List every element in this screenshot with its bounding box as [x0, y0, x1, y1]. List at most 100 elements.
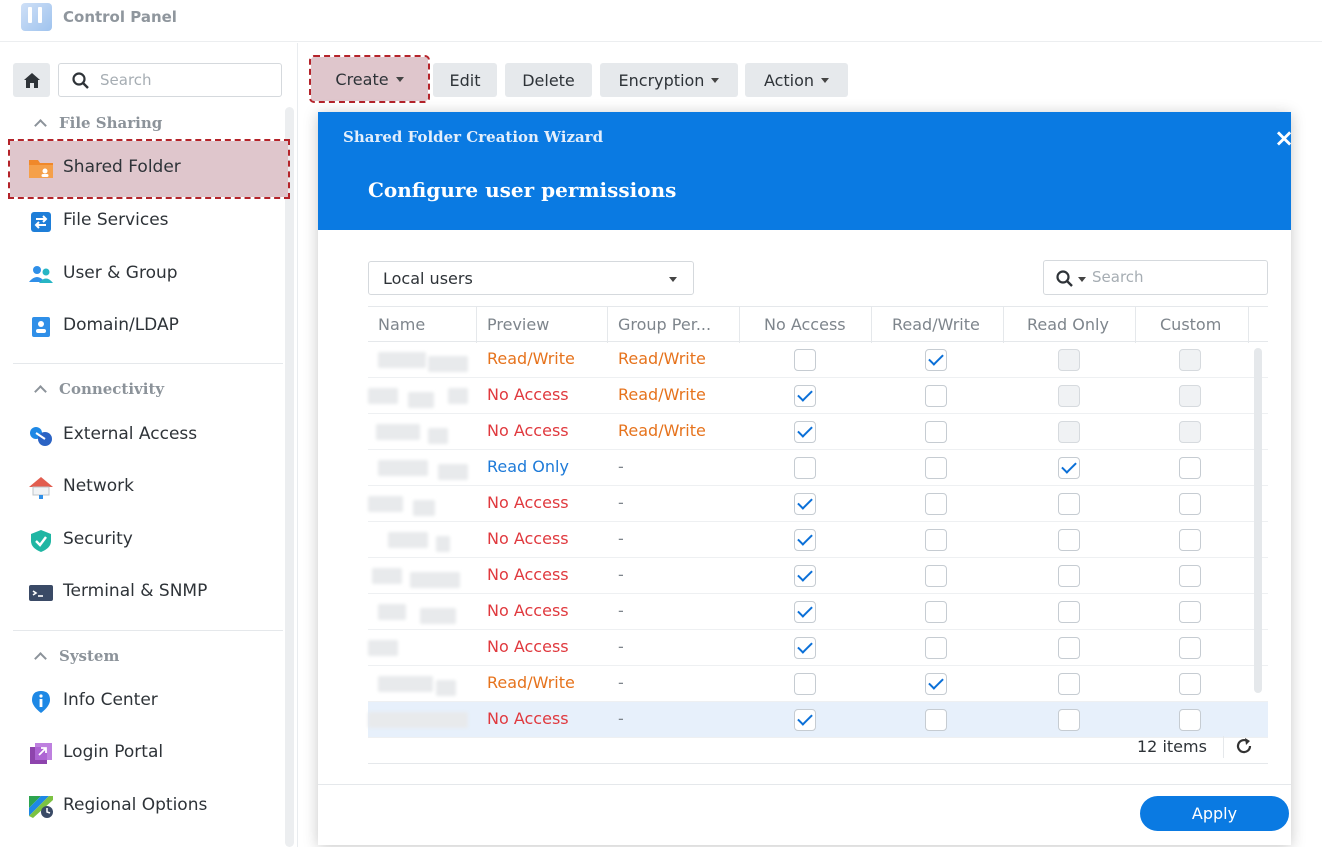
checkbox-read-only[interactable]	[1058, 673, 1080, 695]
table-row[interactable]: No Access Read/Write	[368, 414, 1268, 450]
section-system[interactable]: System	[34, 647, 119, 665]
checkbox-custom[interactable]	[1179, 457, 1201, 479]
checkbox-read-write[interactable]	[925, 349, 947, 371]
sidebar-item-terminal-snmp[interactable]: Terminal & SNMP	[13, 569, 283, 615]
checkbox-no-access[interactable]	[794, 385, 816, 407]
info-icon	[32, 691, 50, 713]
checkbox-no-access[interactable]	[794, 349, 816, 371]
sidebar-item-label: Login Portal	[63, 742, 164, 762]
user-type-select[interactable]: Local users	[368, 261, 694, 295]
create-button[interactable]: Create	[309, 55, 430, 103]
checkbox-custom[interactable]	[1179, 421, 1201, 443]
refresh-icon[interactable]	[1235, 737, 1253, 755]
checkbox-no-access[interactable]	[794, 673, 816, 695]
checkbox-custom[interactable]	[1179, 493, 1201, 515]
user-name-redacted	[368, 598, 476, 626]
sidebar-search-input[interactable]: Search	[58, 63, 282, 97]
checkbox-no-access[interactable]	[794, 601, 816, 623]
search-icon	[1056, 270, 1073, 287]
table-row[interactable]: No Access -	[368, 630, 1268, 666]
checkbox-custom[interactable]	[1179, 529, 1201, 551]
checkbox-read-only[interactable]	[1058, 457, 1080, 479]
column-header-no-access[interactable]: No Access	[764, 315, 846, 334]
column-separator	[476, 307, 477, 343]
checkbox-read-write[interactable]	[925, 601, 947, 623]
items-count: 12 items	[1137, 737, 1207, 756]
sidebar-item-login-portal[interactable]: Login Portal	[13, 730, 283, 776]
checkbox-custom[interactable]	[1179, 637, 1201, 659]
checkbox-read-write[interactable]	[925, 565, 947, 587]
close-icon[interactable]: ×	[1273, 126, 1295, 150]
checkbox-custom[interactable]	[1179, 565, 1201, 587]
sidebar-item-network[interactable]: Network	[13, 464, 283, 510]
column-header-read-write[interactable]: Read/Write	[892, 315, 980, 334]
checkbox-read-only[interactable]	[1058, 601, 1080, 623]
sidebar-item-shared-folder[interactable]: Shared Folder	[8, 139, 290, 199]
table-row[interactable]: No Access -	[368, 522, 1268, 558]
table-scrollbar[interactable]	[1254, 348, 1262, 693]
table-row[interactable]: No Access -	[368, 486, 1268, 522]
checkbox-read-write[interactable]	[925, 493, 947, 515]
encryption-button[interactable]: Encryption	[600, 63, 738, 97]
preview-permission: Read Only	[487, 457, 569, 476]
sidebar-scrollbar[interactable]	[285, 107, 294, 847]
checkbox-no-access[interactable]	[794, 421, 816, 443]
checkbox-read-write[interactable]	[925, 457, 947, 479]
user-name-redacted	[368, 454, 476, 482]
table-row[interactable]: No Access Read/Write	[368, 378, 1268, 414]
checkbox-read-write[interactable]	[925, 637, 947, 659]
permission-search-input[interactable]: Search	[1043, 260, 1268, 295]
sidebar-item-security[interactable]: Security	[13, 517, 283, 563]
checkbox-read-write[interactable]	[925, 673, 947, 695]
checkbox-read-only[interactable]	[1058, 637, 1080, 659]
sidebar-item-domain-ldap[interactable]: Domain/LDAP	[13, 303, 283, 349]
action-button[interactable]: Action	[745, 63, 848, 97]
column-header-name[interactable]: Name	[378, 315, 425, 334]
table-row[interactable]: No Access -	[368, 594, 1268, 630]
checkbox-read-write[interactable]	[925, 385, 947, 407]
caret-down-icon[interactable]	[1078, 277, 1086, 282]
table-row[interactable]: Read Only -	[368, 450, 1268, 486]
sidebar-item-user-group[interactable]: User & Group	[13, 251, 283, 297]
section-connectivity[interactable]: Connectivity	[34, 380, 164, 398]
preview-permission: Read/Write	[487, 673, 575, 692]
checkbox-read-only[interactable]	[1058, 529, 1080, 551]
apply-button[interactable]: Apply	[1140, 796, 1289, 831]
edit-button[interactable]: Edit	[433, 63, 497, 97]
section-file-sharing[interactable]: File Sharing	[34, 114, 162, 132]
checkbox-custom[interactable]	[1179, 673, 1201, 695]
checkbox-no-access[interactable]	[794, 457, 816, 479]
checkbox-read-only[interactable]	[1058, 565, 1080, 587]
delete-button[interactable]: Delete	[505, 63, 592, 97]
column-header-group-permission[interactable]: Group Per...	[618, 315, 711, 334]
checkbox-read-only[interactable]	[1058, 493, 1080, 515]
checkbox-custom[interactable]	[1179, 385, 1201, 407]
checkbox-read-write[interactable]	[925, 421, 947, 443]
column-header-read-only[interactable]: Read Only	[1027, 315, 1109, 334]
column-header-custom[interactable]: Custom	[1160, 315, 1221, 334]
checkbox-read-only[interactable]	[1058, 349, 1080, 371]
checkbox-no-access[interactable]	[794, 493, 816, 515]
table-row[interactable]: No Access -	[368, 558, 1268, 594]
apply-button-label: Apply	[1191, 804, 1238, 823]
checkbox-no-access[interactable]	[794, 637, 816, 659]
checkbox-custom[interactable]	[1179, 601, 1201, 623]
table-row[interactable]: Read/Write Read/Write	[368, 342, 1268, 378]
checkbox-read-write[interactable]	[925, 529, 947, 551]
home-button[interactable]	[13, 63, 50, 97]
group-permission: -	[618, 493, 624, 512]
checkbox-read-only[interactable]	[1058, 421, 1080, 443]
sidebar-item-info-center[interactable]: Info Center	[13, 678, 283, 724]
user-name-redacted	[368, 634, 476, 662]
column-header-preview[interactable]: Preview	[487, 315, 549, 334]
sidebar-item-file-services[interactable]: File Services	[13, 198, 283, 244]
checkbox-no-access[interactable]	[794, 565, 816, 587]
column-separator	[1003, 307, 1004, 343]
security-icon	[31, 530, 51, 552]
checkbox-custom[interactable]	[1179, 349, 1201, 371]
checkbox-read-only[interactable]	[1058, 385, 1080, 407]
sidebar-item-regional-options[interactable]: Regional Options	[13, 783, 283, 829]
checkbox-no-access[interactable]	[794, 529, 816, 551]
sidebar-item-external-access[interactable]: External Access	[13, 412, 283, 458]
table-row[interactable]: Read/Write -	[368, 666, 1268, 702]
